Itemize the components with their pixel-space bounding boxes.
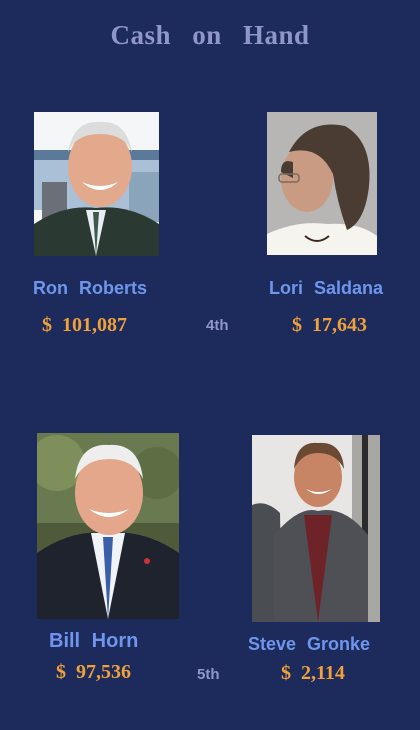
- amount-value: 97,536: [76, 661, 131, 683]
- candidate-name-steve-gronke: Steve Gronke: [248, 634, 371, 654]
- amount-value: 2,114: [301, 662, 345, 684]
- currency-symbol: $: [281, 662, 291, 684]
- candidate-photo-lori-saldana: [267, 112, 377, 255]
- candidate-photo-ron-roberts: [34, 112, 159, 256]
- amount-value: 101,087: [62, 314, 127, 336]
- candidate-name-lori-saldana: Lori Saldana: [269, 278, 384, 298]
- candidate-name-bill-horn: Bill Horn: [49, 630, 139, 652]
- candidate-photo-bill-horn: [37, 433, 179, 619]
- cash-amount-bill-horn: $97,536: [56, 661, 131, 684]
- rank-label-top: 4th: [206, 317, 229, 334]
- cash-amount-lori-saldana: $17,643: [292, 314, 367, 337]
- candidate-photo-steve-gronke: [252, 435, 380, 622]
- currency-symbol: $: [42, 314, 52, 336]
- amount-value: 17,643: [312, 314, 367, 336]
- cash-amount-steve-gronke: $2,114: [281, 662, 345, 685]
- rank-label-bottom: 5th: [197, 666, 220, 683]
- candidate-name-ron-roberts: Ron Roberts: [33, 278, 147, 298]
- page-title: Cash on Hand: [110, 20, 310, 50]
- currency-symbol: $: [56, 661, 66, 683]
- cash-amount-ron-roberts: $101,087: [42, 314, 127, 337]
- currency-symbol: $: [292, 314, 302, 336]
